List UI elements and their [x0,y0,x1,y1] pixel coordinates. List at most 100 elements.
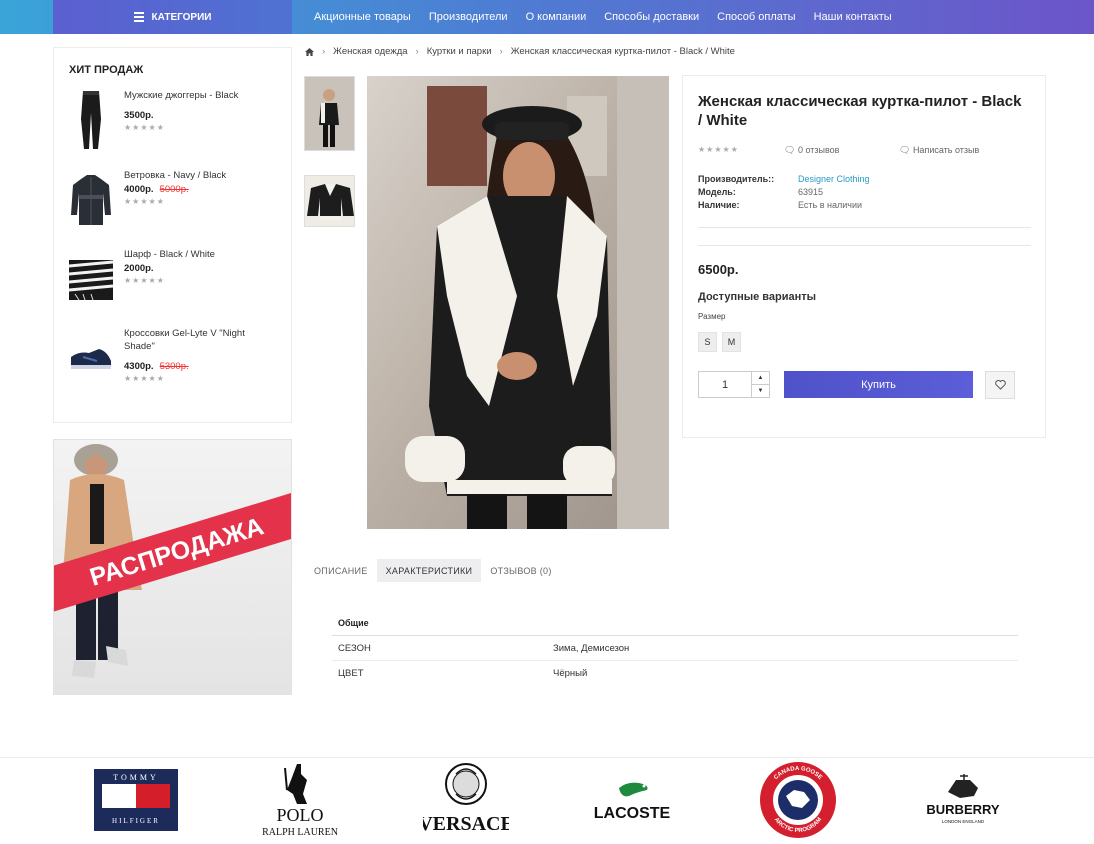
categories-label: КАТЕГОРИИ [151,11,212,23]
svg-text:LONDON ENGLAND: LONDON ENGLAND [942,819,985,824]
divider [0,757,1094,758]
bestseller-price: 2000р. [124,263,154,274]
product-info-card: Женская классическая куртка-пилот - Blac… [682,75,1046,438]
spec-value: Есть в наличии [798,200,862,210]
breadcrumb-item[interactable]: Женская одежда [333,46,407,57]
table-row: СЕЗОН Зима, Демисезон [332,636,1018,661]
attribute-name: СЕЗОН [338,642,371,654]
divider [698,227,1031,228]
size-option-s[interactable]: S [698,332,717,352]
top-navigation: КАТЕГОРИИ Акционные товары Производители… [0,0,1094,34]
bestseller-item[interactable]: Мужские джоггеры - Black 3500р. ★★★★★ [69,89,284,159]
bestsellers-title: ХИТ ПРОДАЖ [69,64,144,76]
quantity-stepper: ▲ ▼ [698,371,770,398]
brand-logo-burberry[interactable]: BURBERRY LONDON ENGLAND [917,760,1009,840]
spec-label: Производитель:: [698,174,775,184]
product-thumbnail-2[interactable] [304,175,355,227]
chevron-right-icon: › [415,46,419,57]
quantity-input[interactable] [699,372,751,397]
attributes-group-title: Общие [332,610,1018,636]
svg-text:POLO: POLO [276,805,323,825]
svg-text:HILFIGER: HILFIGER [112,817,160,825]
menu-item-manufacturers[interactable]: Производители [420,11,517,23]
chevron-right-icon: › [322,46,326,57]
svg-text:VERSACE: VERSACE [423,813,509,835]
rating-stars-icon: ★★★★★ [124,374,165,383]
sale-banner[interactable]: РАСПРОДАЖА [53,439,292,695]
write-review-link[interactable]: 🗨︎ Написать отзыв [899,145,979,156]
size-option-m[interactable]: M [722,332,741,352]
bestsellers-panel: ХИТ ПРОДАЖ Мужские джоггеры - Black 3500… [53,47,292,423]
bestseller-name[interactable]: Мужские джоггеры - Black [124,89,274,102]
variants-title: Доступные варианты [698,291,817,303]
attributes-table: Общие СЕЗОН Зима, Демисезон ЦВЕТ Чёрный [332,610,1018,686]
categories-button[interactable]: КАТЕГОРИИ [53,0,292,34]
spec-value: 63915 [798,187,824,197]
menu-item-contacts[interactable]: Наши контакты [805,11,901,23]
scarf-image [69,260,113,301]
attribute-value: Чёрный [553,668,588,679]
bestseller-item[interactable]: Шарф - Black / White 2000р. ★★★★★ [69,248,284,318]
brand-logo-lacoste[interactable]: LACOSTE [586,760,678,840]
rating-stars-icon: ★★★★★ [124,276,165,285]
table-row: ЦВЕТ Чёрный [332,661,1018,686]
svg-text:RALPH LAUREN: RALPH LAUREN [262,827,338,838]
attribute-name: ЦВЕТ [338,668,364,679]
buy-button[interactable]: Купить [784,371,973,398]
divider [698,245,1031,246]
tab-characteristics[interactable]: ХАРАКТЕРИСТИКИ [376,559,482,582]
product-title: Женская классическая куртка-пилот - Blac… [698,93,1022,129]
menu-item-about[interactable]: О компании [517,11,596,23]
menu-item-payment[interactable]: Способ оплаты [708,11,804,23]
product-main-image[interactable] [367,76,669,529]
manufacturer-link[interactable]: Designer Clothing [798,174,1018,184]
product-thumbnail-1[interactable] [304,76,355,151]
bestseller-price: 3500р. [124,110,154,121]
main-menu: Акционные товары Производители О компани… [305,0,901,34]
sneakers-image [71,349,111,369]
wishlist-button[interactable] [985,371,1015,399]
bestseller-item[interactable]: Ветровка - Navy / Black 4000р. 5000р. ★★★… [69,169,284,239]
product-price: 6500р. [698,262,739,277]
spec-label: Наличие: [698,200,740,210]
svg-text:TOMMY: TOMMY [113,773,159,782]
bestseller-name[interactable]: Шарф - Black / White [124,248,274,261]
joggers-image [81,91,101,149]
brand-logo-tommy-hilfiger[interactable]: TOMMY HILFIGER [88,760,184,840]
sale-banner-illustration: РАСПРОДАЖА [54,444,291,678]
increment-arrow-icon[interactable]: ▲ [752,372,769,385]
bestseller-price: 4000р. 5000р. [124,184,189,195]
product-tabs: ОПИСАНИЕ ХАРАКТЕРИСТИКИ ОТЗЫВОВ (0) [305,559,561,582]
home-icon[interactable] [305,47,314,56]
tab-description[interactable]: ОПИСАНИЕ [305,559,377,582]
comment-icon: 🗨︎ [899,145,913,155]
heart-icon [994,380,1006,390]
chevron-right-icon: › [499,46,503,57]
comment-icon: 🗨︎ [784,145,798,155]
size-label: Размер [698,312,726,321]
menu-item-promotions[interactable]: Акционные товары [305,11,420,23]
decrement-arrow-icon[interactable]: ▼ [752,385,769,397]
reviews-link[interactable]: 🗨︎ 0 отзывов [784,145,839,156]
brand-logo-polo-ralph-lauren[interactable]: POLO RALPH LAUREN [254,760,346,840]
bestseller-name[interactable]: Кроссовки Gel-Lyte V "Night Shade" [124,327,274,353]
menu-item-delivery[interactable]: Способы доставки [595,11,708,23]
spec-label: Модель: [698,187,736,197]
brand-logo-canada-goose[interactable]: CANADA GOOSE ARCTIC PROGRAM [752,760,844,840]
rating-stars-icon: ★★★★★ [698,145,739,154]
bestseller-name[interactable]: Ветровка - Navy / Black [124,169,274,182]
breadcrumb-item[interactable]: Куртки и парки [427,46,492,57]
breadcrumb: › Женская одежда › Куртки и парки › Женс… [305,46,735,57]
windbreaker-image [71,175,111,225]
brand-logo-versace[interactable]: VERSACE [420,760,512,840]
tab-reviews[interactable]: ОТЗЫВОВ (0) [481,559,560,582]
svg-text:LACOSTE: LACOSTE [594,805,671,822]
rating-stars-icon: ★★★★★ [124,123,165,132]
svg-text:BURBERRY: BURBERRY [926,802,1000,817]
attribute-value: Зима, Демисезон [553,642,630,654]
breadcrumb-current[interactable]: Женская классическая куртка-пилот - Blac… [511,46,735,57]
bestseller-item[interactable]: Кроссовки Gel-Lyte V "Night Shade" 4300р… [69,327,284,397]
rating-stars-icon: ★★★★★ [124,197,165,206]
bestseller-price: 4300р. 5300р. [124,361,189,372]
menu-icon [133,12,144,22]
